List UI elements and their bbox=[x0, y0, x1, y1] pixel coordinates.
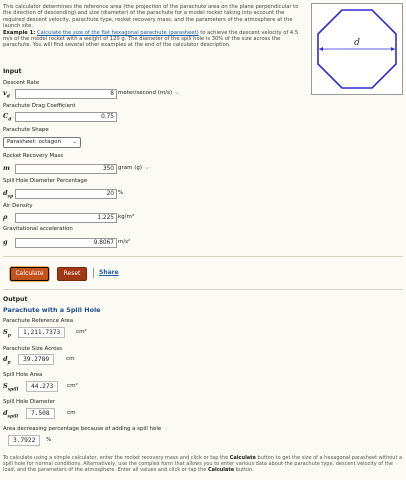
size-across-unit: cm bbox=[66, 356, 75, 362]
octagon-diagram-icon: d bbox=[317, 9, 397, 89]
parachute-shape-select[interactable]: Parasheet: octagon ⌄ bbox=[3, 137, 81, 148]
gravity-symbol: g bbox=[3, 238, 8, 246]
rocket-mass-symbol: m bbox=[3, 164, 10, 172]
spill-diameter-unit: cm bbox=[67, 410, 76, 416]
spill-hole-unit: % bbox=[118, 190, 124, 196]
intro-text: This calculator determines the reference… bbox=[3, 4, 305, 49]
descent-rate-input[interactable]: 8 bbox=[15, 89, 117, 99]
calculate-button[interactable]: Calculate bbox=[10, 267, 49, 281]
descent-rate-unit-select[interactable]: meter/second (m/s) ⌵ bbox=[118, 90, 179, 97]
spill-hole-label: Spill Hole Diameter Percentage bbox=[3, 178, 88, 184]
reset-button[interactable]: Reset bbox=[57, 267, 87, 281]
rocket-mass-label: Rocket Recovery Mass bbox=[3, 153, 64, 159]
chevron-down-icon: ⌄ bbox=[72, 139, 77, 145]
output-title: Parachute with a Spill Hole bbox=[3, 306, 101, 314]
spill-hole-input[interactable]: 20 bbox=[15, 189, 117, 199]
descent-rate-label: Descent Rate bbox=[3, 80, 40, 86]
parachute-shape-label: Parachute Shape bbox=[3, 127, 49, 133]
size-across-label: Parachute Size Across bbox=[3, 346, 63, 352]
spill-area-label: Spill Hole Area bbox=[3, 372, 43, 378]
spill-diameter-value: 7.508 bbox=[26, 408, 55, 419]
drag-coefficient-input[interactable]: 0.75 bbox=[15, 112, 117, 122]
spill-area-symbol: Sspill bbox=[3, 382, 19, 393]
reference-area-value: 1,211.7373 bbox=[18, 327, 66, 338]
drag-coefficient-symbol: Cd bbox=[3, 112, 12, 123]
area-decrease-unit: % bbox=[46, 437, 52, 443]
spill-diameter-label: Spill Hole Diameter bbox=[3, 399, 56, 405]
air-density-input[interactable]: 1.225 bbox=[15, 213, 117, 223]
example-label: Example 1: bbox=[3, 29, 36, 36]
spill-diameter-symbol: dspill bbox=[3, 409, 19, 420]
descent-rate-symbol: vd bbox=[3, 89, 10, 100]
calculator-page: This calculator determines the reference… bbox=[0, 0, 406, 480]
gravity-unit: m/s² bbox=[118, 239, 131, 245]
reference-area-unit: cm² bbox=[76, 329, 87, 335]
air-density-symbol: ρ bbox=[3, 213, 8, 221]
share-link[interactable]: Share bbox=[99, 269, 119, 276]
drag-coefficient-label: Parachute Drag Coefficient bbox=[3, 103, 76, 109]
divider bbox=[3, 256, 403, 257]
output-heading: Output bbox=[3, 296, 28, 303]
gravity-label: Gravitational acceleration bbox=[3, 226, 73, 232]
diagram-dimension-label: d bbox=[354, 38, 360, 48]
divider bbox=[3, 289, 403, 290]
example-link[interactable]: Calculate the size of the flat hexagonal… bbox=[37, 30, 199, 36]
air-density-label: Air Density bbox=[3, 203, 33, 209]
reference-area-label: Parachute Reference Area bbox=[3, 318, 74, 324]
chevron-down-icon: ⌵ bbox=[175, 90, 180, 96]
air-density-unit: kg/m³ bbox=[118, 214, 135, 220]
parachute-diagram: d bbox=[311, 3, 403, 95]
rocket-mass-unit-select[interactable]: gram (g) ⌵ bbox=[118, 165, 149, 172]
input-heading: Input bbox=[3, 68, 22, 75]
rocket-mass-input[interactable]: 350 bbox=[15, 164, 117, 174]
intro-paragraph: This calculator determines the reference… bbox=[3, 4, 299, 30]
spill-area-value: 44.273 bbox=[26, 381, 59, 392]
area-decrease-value: 3.7922 bbox=[8, 435, 41, 446]
spill-area-unit: cm² bbox=[67, 383, 78, 389]
button-separator bbox=[93, 268, 94, 278]
chevron-down-icon: ⌵ bbox=[145, 165, 150, 171]
gravity-input[interactable]: 9.8067 bbox=[15, 238, 117, 248]
size-across-value: 39.2789 bbox=[18, 354, 55, 365]
reference-area-symbol: Sp bbox=[3, 328, 11, 339]
spill-hole-symbol: dsp bbox=[3, 189, 14, 200]
area-decrease-label: Area decreasing percentage because of ad… bbox=[3, 426, 162, 432]
size-across-symbol: dp bbox=[3, 355, 11, 366]
footer-text: To calculate using a simple calculator, … bbox=[3, 455, 403, 474]
